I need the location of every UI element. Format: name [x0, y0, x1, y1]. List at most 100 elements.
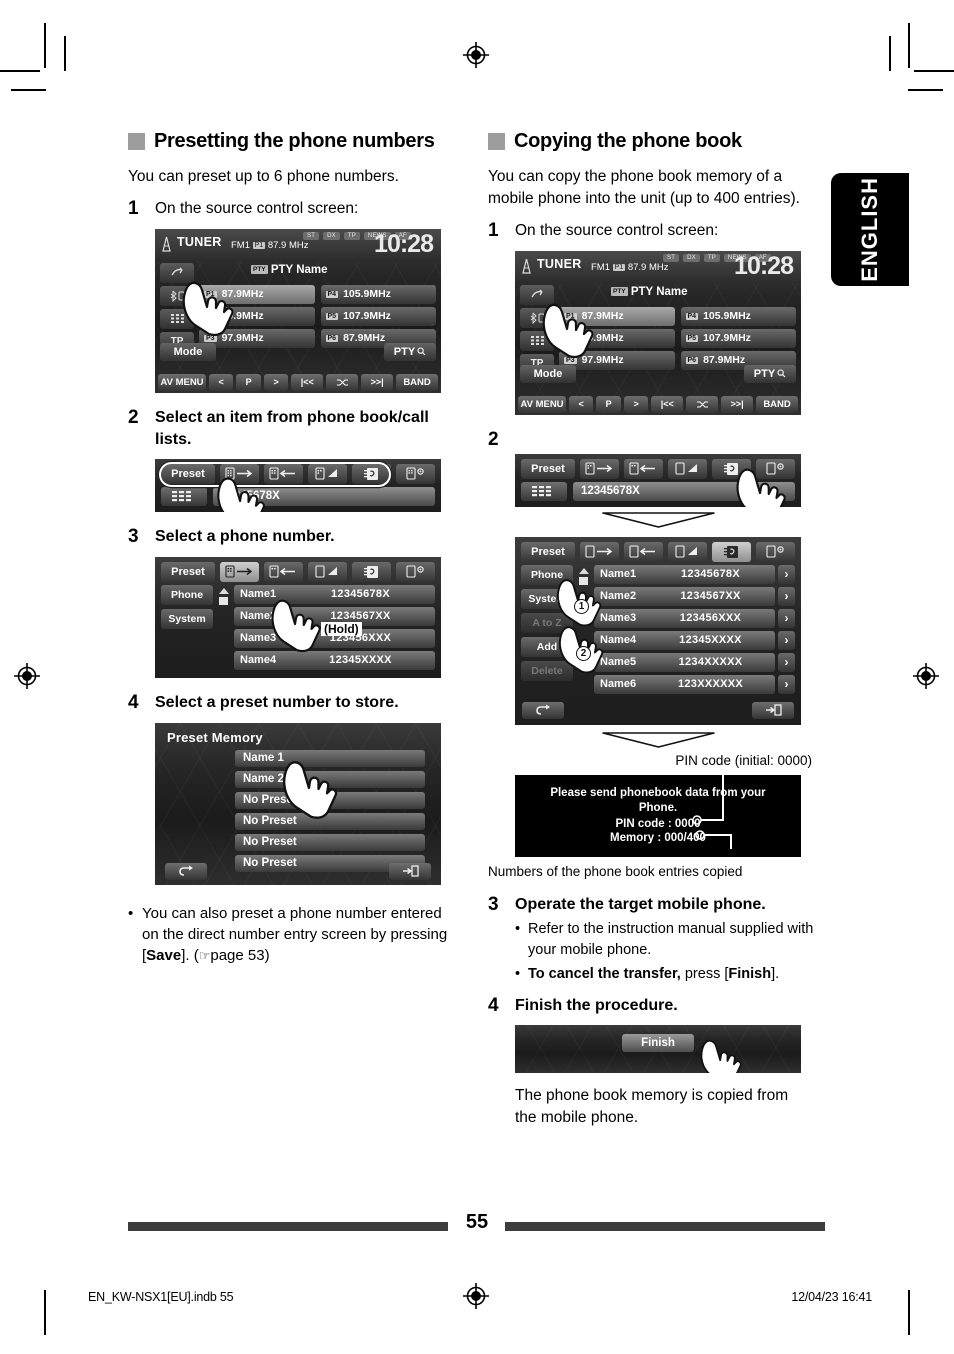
- preset-button-2[interactable]: P2 89.9MHz: [559, 328, 675, 348]
- phonebook-icon[interactable]: [712, 541, 751, 562]
- preset-button-1[interactable]: P1 87.9MHz: [199, 284, 315, 304]
- prev-button[interactable]: <: [209, 373, 234, 391]
- traffic-icon[interactable]: [520, 284, 554, 305]
- preset-mode-button[interactable]: P: [596, 395, 622, 413]
- chevron-right-icon[interactable]: ›: [778, 652, 795, 672]
- preset-button-5[interactable]: P5 107.9MHz: [320, 306, 436, 326]
- phone-in-icon[interactable]: [624, 541, 663, 562]
- next-button[interactable]: >: [624, 395, 649, 413]
- list-item[interactable]: Name 1: [235, 749, 425, 767]
- preset-tab[interactable]: Preset: [521, 458, 575, 479]
- phone-in-icon[interactable]: [264, 561, 303, 582]
- contact-entry[interactable]: Name1 12345678X: [594, 564, 775, 584]
- mode-button[interactable]: Mode: [160, 342, 216, 361]
- a-to-z-button[interactable]: A to Z: [521, 612, 573, 633]
- scroll-up-icon[interactable]: [218, 587, 229, 594]
- seek-back-button[interactable]: |<<: [651, 395, 684, 413]
- scroll-thumb[interactable]: [219, 596, 228, 605]
- bluetooth-phone-icon[interactable]: [160, 285, 194, 306]
- chevron-right-icon[interactable]: ›: [778, 586, 795, 606]
- seek-back-button[interactable]: |<<: [291, 373, 324, 391]
- back-arrow-icon[interactable]: [522, 701, 564, 719]
- phone-out-icon[interactable]: [580, 458, 619, 479]
- contact-entry[interactable]: Name6 123XXXXXX: [594, 674, 775, 694]
- contact-entry[interactable]: Name2 1234567XX: [594, 586, 775, 606]
- pty-search-button[interactable]: PTY: [744, 364, 796, 383]
- list-item[interactable]: Name 2: [235, 770, 425, 788]
- phone-tab[interactable]: Phone: [161, 584, 213, 605]
- table-row[interactable]: Name1 12345678X ›: [594, 564, 795, 584]
- scroll-up-icon[interactable]: [578, 567, 589, 574]
- av-menu-button[interactable]: AV MENU: [158, 373, 206, 391]
- table-row[interactable]: Name4 12345XXXX ›: [594, 630, 795, 650]
- phonebook-icon[interactable]: [712, 458, 751, 479]
- contact-entry[interactable]: Name1 12345678X: [234, 584, 435, 604]
- preset-button-3[interactable]: P3 97.9MHz: [199, 328, 315, 348]
- phone-settings-icon[interactable]: [756, 458, 795, 479]
- contact-entry[interactable]: Name3 123456XXX: [594, 608, 775, 628]
- phone-missed-icon[interactable]: [668, 541, 707, 562]
- phone-number-field[interactable]: 12345678X: [573, 481, 795, 501]
- phonebook-icon[interactable]: [352, 561, 391, 582]
- delete-button[interactable]: Delete: [521, 660, 573, 681]
- keypad-icon[interactable]: [161, 486, 207, 506]
- contact-entry[interactable]: Name5 1234XXXXX: [594, 652, 775, 672]
- phone-missed-icon[interactable]: [308, 561, 347, 582]
- next-button[interactable]: >: [264, 373, 289, 391]
- phone-number-field[interactable]: 12345678X: [213, 486, 435, 506]
- preset-tab[interactable]: Preset: [161, 561, 215, 582]
- scrollbar[interactable]: [578, 565, 589, 694]
- phone-settings-icon[interactable]: [756, 541, 795, 562]
- band-button[interactable]: BAND: [756, 395, 799, 413]
- preset-button-2[interactable]: P2 89.9MHz: [199, 306, 315, 326]
- preset-mode-button[interactable]: P: [236, 373, 262, 391]
- av-menu-button[interactable]: AV MENU: [518, 395, 566, 413]
- system-tab[interactable]: System: [521, 588, 573, 609]
- traffic-icon[interactable]: [160, 262, 194, 283]
- chevron-right-icon[interactable]: ›: [778, 564, 795, 584]
- preset-button-1[interactable]: P1 87.9MHz: [559, 306, 675, 326]
- chevron-right-icon[interactable]: ›: [778, 674, 795, 694]
- system-tab[interactable]: System: [161, 608, 213, 629]
- preset-button-4[interactable]: P4 105.9MHz: [680, 306, 796, 326]
- list-item[interactable]: No Preset: [235, 791, 425, 809]
- back-arrow-icon[interactable]: [165, 862, 207, 880]
- shuffle-icon[interactable]: [326, 373, 359, 391]
- preset-button-5[interactable]: P5 107.9MHz: [680, 328, 796, 348]
- add-button[interactable]: Add: [521, 636, 573, 657]
- band-button[interactable]: BAND: [396, 373, 439, 391]
- keypad-icon[interactable]: [160, 308, 194, 329]
- exit-icon[interactable]: [389, 862, 431, 880]
- list-item[interactable]: No Preset: [235, 833, 425, 851]
- keypad-icon[interactable]: [521, 481, 567, 501]
- prev-button[interactable]: <: [569, 395, 594, 413]
- phone-settings-icon[interactable]: [396, 561, 435, 582]
- scrollbar[interactable]: [218, 585, 229, 670]
- table-row[interactable]: Name5 1234XXXXX ›: [594, 652, 795, 672]
- contact-entry[interactable]: Name4 12345XXXX: [234, 650, 435, 670]
- phone-settings-icon[interactable]: [396, 463, 435, 484]
- pty-search-button[interactable]: PTY: [384, 342, 436, 361]
- table-row[interactable]: Name6 123XXXXXX ›: [594, 674, 795, 694]
- list-item[interactable]: No Preset: [235, 812, 425, 830]
- phone-out-icon[interactable]: [580, 541, 619, 562]
- chevron-right-icon[interactable]: ›: [778, 630, 795, 650]
- exit-icon[interactable]: [752, 701, 794, 719]
- phone-out-icon[interactable]: [220, 561, 259, 582]
- contact-entry[interactable]: Name4 12345XXXX: [594, 630, 775, 650]
- finish-button[interactable]: Finish: [622, 1034, 694, 1053]
- table-row[interactable]: Name3 123456XXX ›: [594, 608, 795, 628]
- chevron-right-icon[interactable]: ›: [778, 608, 795, 628]
- keypad-icon[interactable]: [520, 330, 554, 351]
- phone-tab[interactable]: Phone: [521, 564, 573, 585]
- table-row[interactable]: Name4 12345XXXX: [234, 650, 435, 670]
- table-row[interactable]: Name1 12345678X: [234, 584, 435, 604]
- seek-forward-button[interactable]: >>|: [361, 373, 394, 391]
- preset-tab[interactable]: Preset: [521, 541, 575, 562]
- phone-missed-icon[interactable]: [668, 458, 707, 479]
- phone-in-icon[interactable]: [624, 458, 663, 479]
- bluetooth-phone-icon[interactable]: [520, 307, 554, 328]
- mode-button[interactable]: Mode: [520, 364, 576, 383]
- preset-button-3[interactable]: P3 97.9MHz: [559, 350, 675, 370]
- table-row[interactable]: Name2 1234567XX ›: [594, 586, 795, 606]
